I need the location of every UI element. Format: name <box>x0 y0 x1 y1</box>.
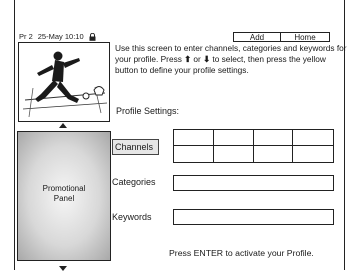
tab-add[interactable]: Add <box>233 32 281 42</box>
scroll-up-icon[interactable] <box>59 123 67 128</box>
instructions-text: Use this screen to enter channels, categ… <box>115 43 349 76</box>
instructions-part-2: or <box>191 54 204 64</box>
channel-slot[interactable] <box>293 146 333 162</box>
channel-slot[interactable] <box>174 130 214 146</box>
channel-slot[interactable] <box>253 130 294 146</box>
tab-home[interactable]: Home <box>280 32 330 42</box>
channels-grid[interactable] <box>173 129 334 163</box>
channel-slot[interactable] <box>254 146 294 162</box>
scroll-down-icon[interactable] <box>59 266 67 271</box>
footer-message: Press ENTER to activate your Profile. <box>169 248 314 258</box>
status-bar: Pr 2 25-May 10:10 <box>19 32 96 41</box>
promo-label-line-2: Panel <box>53 194 75 203</box>
channel-slot[interactable] <box>214 146 254 162</box>
date-time: 25-May 10:10 <box>37 32 84 41</box>
keywords-field[interactable] <box>173 209 334 225</box>
promo-label-line-1: Promotional <box>42 184 86 193</box>
categories-field[interactable] <box>173 175 334 191</box>
channel-slot[interactable] <box>213 130 254 146</box>
keywords-label: Keywords <box>112 212 152 222</box>
channel-slot[interactable] <box>293 130 333 146</box>
program-number: Pr 2 <box>19 32 33 41</box>
channels-label[interactable]: Channels <box>112 139 159 155</box>
profile-settings-title: Profile Settings: <box>116 106 180 116</box>
categories-label: Categories <box>112 177 156 187</box>
promo-label: Promotional Panel <box>18 184 110 204</box>
soccer-player-icon <box>22 51 108 118</box>
channel-slot[interactable] <box>174 146 214 162</box>
video-thumbnail <box>18 42 110 122</box>
promotional-panel[interactable]: Promotional Panel <box>17 131 111 261</box>
lock-icon <box>89 32 96 41</box>
